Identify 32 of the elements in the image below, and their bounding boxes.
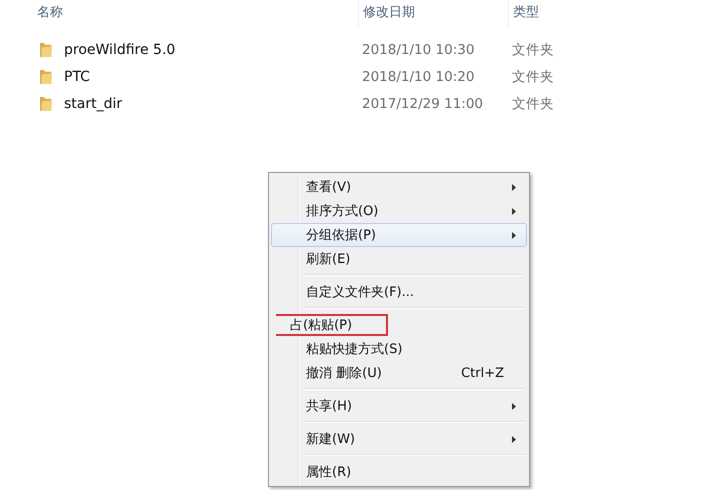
- menu-item[interactable]: 排序方式(O): [271, 199, 527, 223]
- menu-item[interactable]: 刷新(E): [271, 247, 527, 271]
- menu-item[interactable]: 查看(V): [271, 175, 527, 199]
- modified-date: 2017/12/29 11:00: [362, 96, 484, 112]
- file-name[interactable]: proeWildfire 5.0: [64, 42, 176, 58]
- submenu-arrow-icon: [512, 232, 516, 238]
- column-header[interactable]: 修改日期: [358, 0, 508, 28]
- submenu-arrow-icon: [512, 402, 516, 410]
- menu-item[interactable]: 撤消 删除(U) Ctrl+Z: [271, 361, 527, 385]
- menu-item[interactable]: 共享(H): [271, 394, 527, 418]
- menu-item[interactable]: 分组依据(P): [271, 223, 527, 247]
- file-type: 文件夹: [512, 42, 554, 58]
- menu-item[interactable]: 自定义文件夹(F)...: [271, 280, 527, 304]
- modified-date: 2018/1/10 10:30: [362, 42, 474, 58]
- file-name[interactable]: start_dir: [64, 96, 122, 112]
- menu-item[interactable]: 占(粘贴(P): [271, 313, 527, 337]
- folder-icon: [39, 68, 53, 84]
- modified-date: 2018/1/10 10:20: [362, 68, 474, 84]
- menu-item[interactable]: 新建(W): [271, 427, 527, 451]
- file-type: 文件夹: [512, 68, 554, 84]
- column-header[interactable]: 名称: [0, 0, 358, 28]
- folder-icon: [39, 42, 53, 58]
- menu-item[interactable]: 粘贴快捷方式(S): [271, 337, 527, 361]
- file-name[interactable]: PTC: [64, 68, 90, 84]
- submenu-arrow-icon: [512, 184, 516, 190]
- submenu-arrow-icon: [512, 436, 516, 442]
- shortcut-text: Ctrl+Z: [461, 366, 504, 380]
- column-header[interactable]: 类型: [508, 0, 598, 28]
- folder-icon: [39, 96, 53, 112]
- file-type: 文件夹: [512, 96, 554, 112]
- menu-item[interactable]: 属性(R): [271, 460, 527, 484]
- submenu-arrow-icon: [512, 208, 516, 214]
